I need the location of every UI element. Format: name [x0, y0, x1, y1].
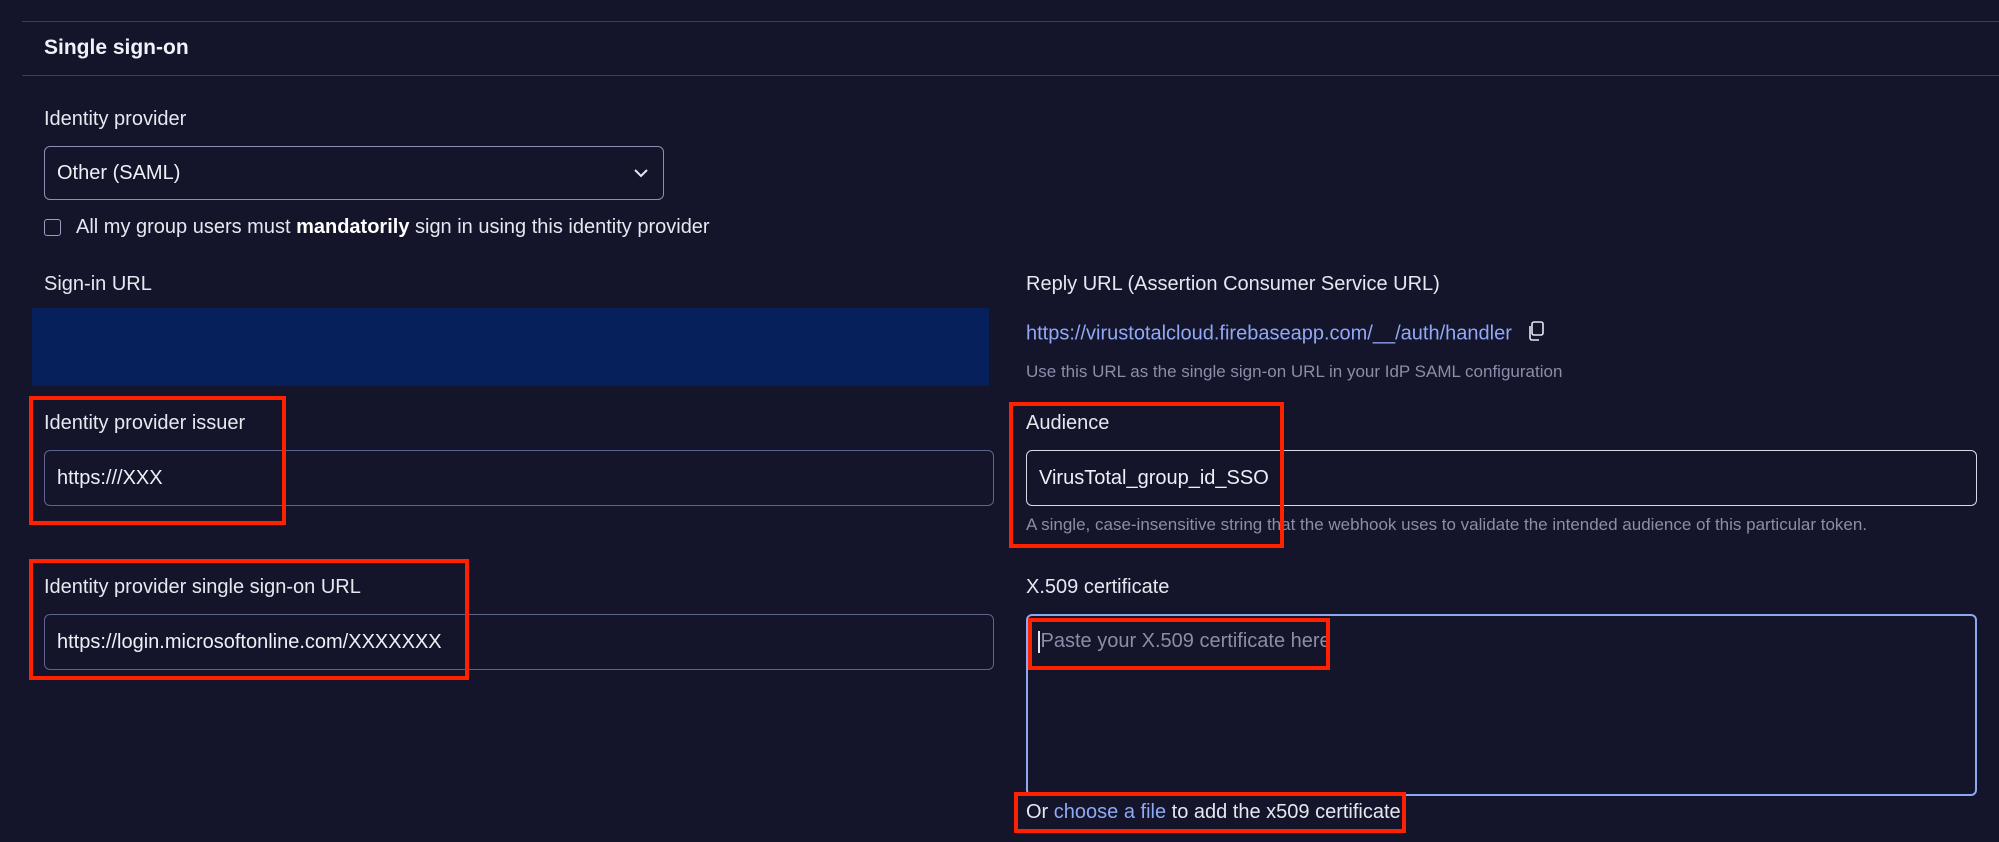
highlight-audience [1009, 402, 1284, 548]
chevron-down-icon [633, 168, 649, 178]
reply-url-row: https://virustotalcloud.firebaseapp.com/… [1026, 321, 1545, 347]
identity-provider-label: Identity provider [44, 108, 187, 130]
highlight-certificate-placeholder [1028, 618, 1330, 670]
redacted-block [32, 308, 989, 386]
mandatory-sso-checkbox[interactable] [44, 219, 61, 236]
mandatory-sso-label: All my group users must mandatorily sign… [76, 216, 710, 238]
highlight-choose-file [1014, 792, 1406, 833]
highlight-sso-url [29, 559, 469, 680]
certificate-label: X.509 certificate [1026, 576, 1170, 598]
sign-in-url-label: Sign-in URL [44, 273, 152, 295]
highlight-issuer [29, 396, 286, 525]
top-divider [22, 21, 1999, 22]
copy-icon[interactable] [1527, 321, 1545, 347]
identity-provider-selected: Other (SAML) [57, 161, 181, 184]
reply-url-help: Use this URL as the single sign-on URL i… [1026, 362, 1563, 381]
reply-url-label: Reply URL (Assertion Consumer Service UR… [1026, 273, 1440, 295]
section-title: Single sign-on [44, 36, 189, 59]
reply-url-link[interactable]: https://virustotalcloud.firebaseapp.com/… [1026, 322, 1512, 344]
identity-provider-select[interactable]: Other (SAML) [44, 146, 664, 200]
section-divider [22, 75, 1999, 76]
